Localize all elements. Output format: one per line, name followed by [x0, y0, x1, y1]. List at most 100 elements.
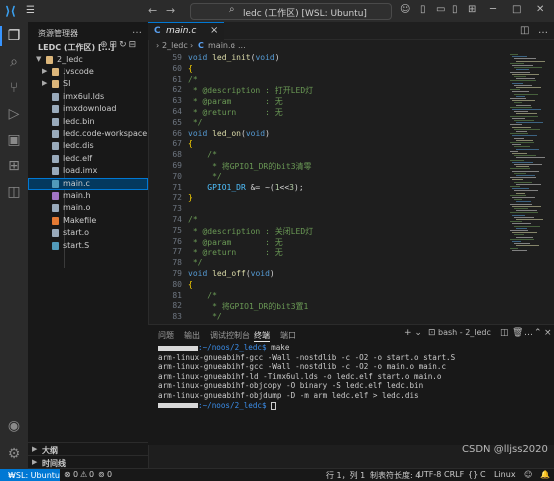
- code-line: void led_off(void): [188, 269, 275, 278]
- platform[interactable]: Linux: [494, 470, 516, 479]
- language-mode[interactable]: C: [480, 470, 486, 479]
- line-number: 60: [172, 63, 182, 73]
- panel-tab-output[interactable]: 输出: [184, 330, 200, 341]
- remote-indicator[interactable]: ⇋ WSL: Ubuntu: [0, 469, 60, 481]
- tree-item[interactable]: ▶ SI: [28, 78, 148, 90]
- copilot-icon[interactable]: ☺: [400, 4, 410, 15]
- tree-item[interactable]: imxdownload: [28, 103, 148, 115]
- tree-item[interactable]: ledc.code-workspace: [28, 128, 148, 140]
- minimap-line: [514, 93, 538, 95]
- errors-icon[interactable]: ⊗: [64, 470, 71, 479]
- warnings-count[interactable]: 0: [89, 470, 94, 479]
- title-bar: ⟩⟨ ☰ ← → ⌕ ledc (工作区) [WSL: Ubuntu] ☺ ▯ …: [0, 0, 554, 23]
- terminal-line: arm-linux-gnueabihf-objcopy -O binary -S…: [158, 381, 423, 390]
- editor-more-icon[interactable]: …: [538, 25, 548, 36]
- encoding[interactable]: UTF-8: [418, 470, 441, 479]
- minimize-icon[interactable]: ─: [490, 4, 496, 15]
- tree-item[interactable]: ledc.bin: [28, 116, 148, 128]
- minimap-line: [510, 159, 524, 161]
- split-editor-icon[interactable]: ◫: [520, 25, 529, 36]
- tree-item[interactable]: start.o: [28, 227, 148, 239]
- file-icon: [52, 105, 59, 114]
- minimap-line: [510, 71, 530, 73]
- minimap[interactable]: [508, 52, 554, 324]
- forward-arrow-icon[interactable]: →: [166, 4, 175, 17]
- split-terminal-icon[interactable]: ◫: [500, 328, 509, 338]
- notifications-bell-icon[interactable]: 🔔: [540, 470, 550, 479]
- panel-tab-debug-console[interactable]: 调试控制台: [210, 330, 250, 341]
- tree-item[interactable]: imx6ul.lds: [28, 91, 148, 103]
- tree-item[interactable]: ledc.dis: [28, 140, 148, 152]
- breadcrumb-folder[interactable]: 2_ledc: [162, 41, 188, 50]
- layout-secondary-icon[interactable]: ▯: [452, 4, 458, 15]
- warnings-icon[interactable]: ⚠: [80, 470, 87, 479]
- maximize-icon[interactable]: □: [512, 4, 521, 15]
- search-icon: ⌕: [229, 4, 235, 15]
- line-number: 68: [172, 150, 182, 160]
- errors-count[interactable]: 0: [73, 470, 78, 479]
- extensions-icon[interactable]: ⊞: [4, 156, 24, 176]
- maximize-panel-icon[interactable]: ⌃: [534, 328, 542, 338]
- minimap-line: [516, 122, 543, 124]
- minimap-line: [516, 183, 541, 185]
- kill-terminal-icon[interactable]: 🗑: [512, 328, 523, 338]
- back-arrow-icon[interactable]: ←: [148, 4, 157, 17]
- folder-label: 2_ledc: [57, 55, 83, 64]
- more-actions-icon[interactable]: …: [132, 25, 142, 36]
- timeline-section[interactable]: ▶ 时间线: [28, 455, 148, 469]
- menu-icon[interactable]: ☰: [26, 5, 36, 16]
- panel-tab-ports[interactable]: 端口: [280, 330, 296, 341]
- tree-item[interactable]: Makefile: [28, 215, 148, 227]
- search-view-icon[interactable]: ⌕: [4, 52, 24, 72]
- tree-root-folder[interactable]: ▼ 2_ledc: [28, 54, 148, 66]
- panel-tab-problems[interactable]: 问题: [158, 330, 174, 341]
- source-control-icon[interactable]: ⑂: [4, 78, 24, 98]
- breadcrumb-file[interactable]: main.c: [208, 41, 235, 50]
- tree-item[interactable]: start.S: [28, 240, 148, 252]
- layout-sidebar-icon[interactable]: ▯: [420, 4, 426, 15]
- breadcrumb-symbol[interactable]: ...: [238, 41, 246, 50]
- indentation[interactable]: 制表符长度: 4: [370, 470, 420, 481]
- minimap-line: [514, 199, 522, 201]
- ports-count[interactable]: 0: [107, 470, 112, 479]
- tree-item[interactable]: main.h: [28, 190, 148, 202]
- panel-tab-terminal[interactable]: 终端: [254, 330, 270, 342]
- minimap-line: [510, 98, 526, 99]
- tree-item[interactable]: load.imx: [28, 165, 148, 177]
- code-editor[interactable]: 59 void led_init(void) 60 {61 /* 62 * @descri…: [148, 52, 508, 324]
- explorer-toolbar[interactable]: ⊕⊞↻⊟: [100, 40, 138, 50]
- tree-item[interactable]: main.c: [28, 177, 148, 190]
- tree-item[interactable]: ▶ .vscode: [28, 66, 148, 78]
- code-line: */: [188, 258, 203, 268]
- close-panel-icon[interactable]: ×: [544, 328, 552, 338]
- account-icon[interactable]: ◉: [4, 416, 24, 436]
- cursor-position[interactable]: 行 1，列 1: [326, 470, 365, 481]
- outline-section[interactable]: ▶ 大纲: [28, 442, 148, 456]
- remote-explorer-icon[interactable]: ▣: [4, 130, 24, 150]
- tree-item[interactable]: main.o: [28, 202, 148, 214]
- ports-icon[interactable]: ⊚: [98, 470, 105, 479]
- close-icon[interactable]: ✕: [536, 4, 544, 15]
- settings-gear-icon[interactable]: ⚙: [4, 444, 24, 464]
- minimap-line: [512, 241, 521, 242]
- copilot-status-icon[interactable]: ☺: [524, 470, 532, 479]
- status-bar: ⇋ WSL: Ubuntu ⊗ 0 ⚠ 0 ⊚ 0 行 1，列 1 制表符长度:…: [0, 468, 554, 481]
- copilot-chat-icon[interactable]: ◫: [4, 182, 24, 202]
- workspace-header[interactable]: LEDC (工作区) [...] ⊕⊞↻⊟: [28, 40, 148, 54]
- tab-close-icon[interactable]: ×: [210, 25, 218, 36]
- tab-main-c[interactable]: C main.c ×: [148, 22, 224, 40]
- code-line: void led_init(void): [188, 53, 280, 62]
- minimap-line: [516, 139, 533, 141]
- line-ending[interactable]: CRLF: [444, 470, 464, 479]
- new-terminal-icon[interactable]: + ⌄: [404, 328, 422, 338]
- terminal-name[interactable]: bash - 2_ledc: [438, 328, 491, 337]
- explorer-icon[interactable]: ❐: [0, 26, 24, 46]
- layout-panel-icon[interactable]: ▭: [436, 4, 445, 15]
- tree-item[interactable]: ledc.elf: [28, 153, 148, 165]
- panel-more-icon[interactable]: …: [524, 328, 533, 338]
- run-debug-icon[interactable]: ▷: [4, 104, 24, 124]
- layout-customize-icon[interactable]: ⊞: [468, 4, 476, 15]
- chevron-right-icon: ▶: [42, 67, 48, 75]
- command-center-search[interactable]: ⌕ ledc (工作区) [WSL: Ubuntu]: [190, 3, 392, 20]
- activity-bar: ❐ ⌕ ⑂ ▷ ▣ ⊞ ◫ ◉ ⚙: [0, 22, 28, 468]
